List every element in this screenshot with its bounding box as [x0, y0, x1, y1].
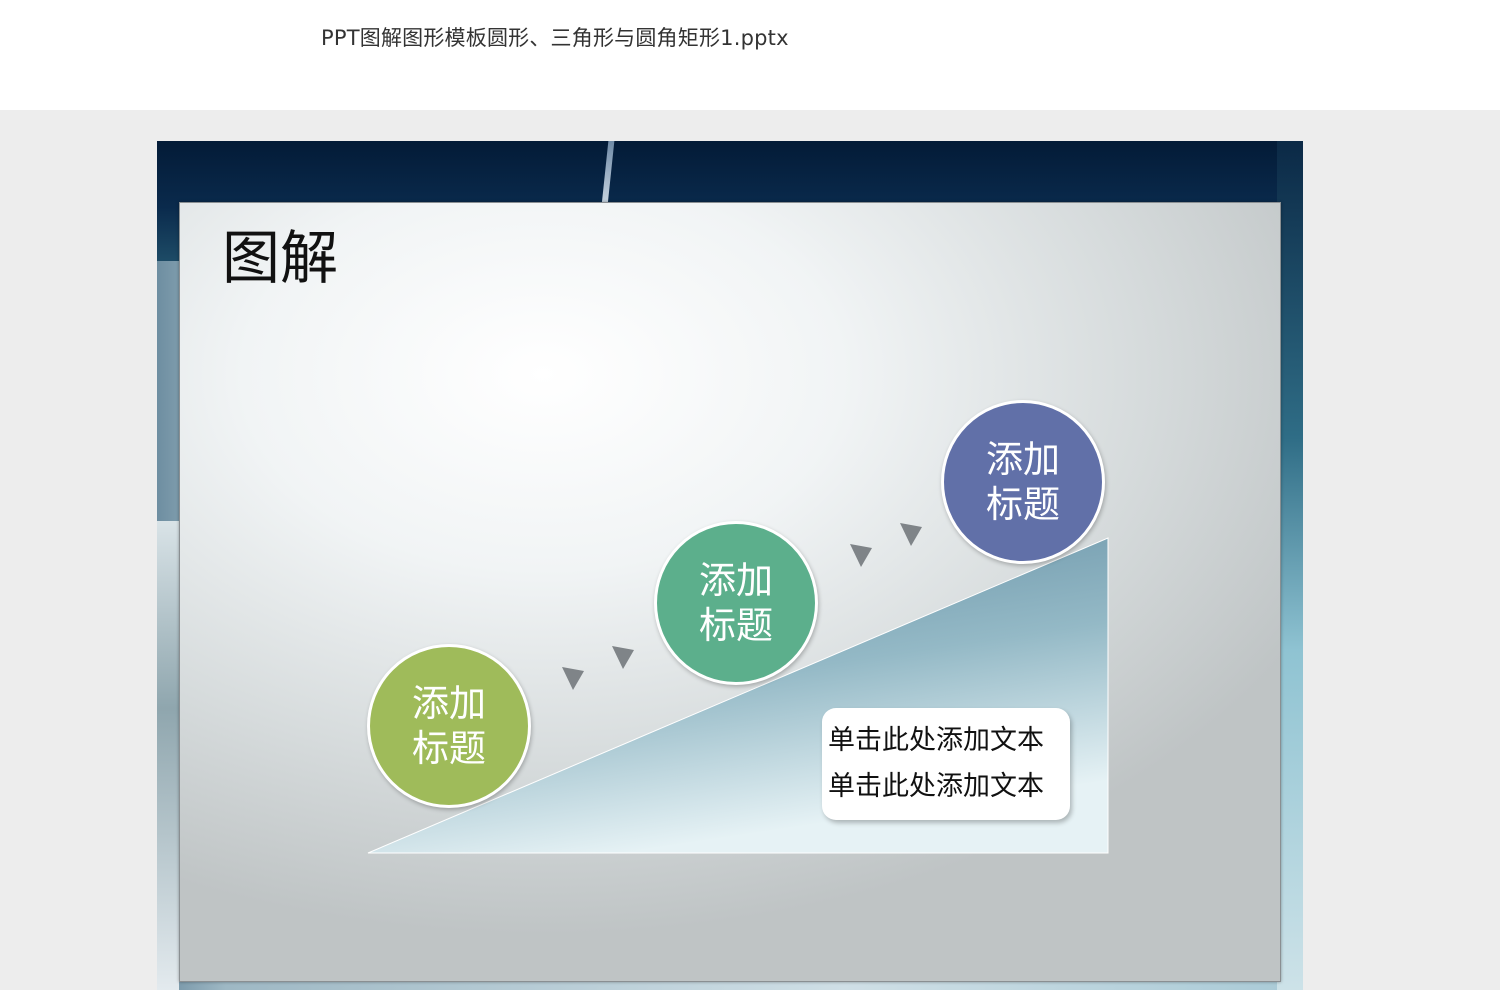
arrow-2-icon: [612, 646, 634, 669]
step-3-line-2: 标题: [986, 483, 1060, 526]
document-header: PPT图解图形模板圆形、三角形与圆角矩形1.pptx: [0, 0, 1500, 110]
step-1-line-1: 添加: [412, 682, 486, 725]
step-circle-2[interactable]: 添加 标题: [654, 521, 818, 685]
document-title: PPT图解图形模板圆形、三角形与圆角矩形1.pptx: [321, 26, 789, 50]
slide-background-left: [157, 521, 179, 990]
content-panel: 图解 添加 标题 添加 标题 添加 标题 单击此处添加文本 单击此处添加文本: [179, 202, 1281, 982]
step-circle-3[interactable]: 添加 标题: [941, 400, 1105, 564]
slide-preview[interactable]: 图解 添加 标题 添加 标题 添加 标题 单击此处添加文本 单击此处添加文本: [157, 141, 1303, 990]
arrow-1-icon: [562, 667, 584, 690]
step-2-line-1: 添加: [699, 559, 773, 602]
step-2-line-2: 标题: [699, 604, 773, 647]
arrow-3-icon: [850, 544, 872, 567]
arrow-4-icon: [900, 523, 922, 546]
text-placeholder-line-1: 单击此处添加文本: [828, 725, 1044, 756]
step-1-line-2: 标题: [412, 727, 486, 770]
step-3-line-1: 添加: [986, 438, 1060, 481]
step-circle-1[interactable]: 添加 标题: [367, 644, 531, 808]
text-placeholder-box[interactable]: 单击此处添加文本 单击此处添加文本: [822, 708, 1070, 820]
text-placeholder-line-2: 单击此处添加文本: [828, 771, 1044, 802]
